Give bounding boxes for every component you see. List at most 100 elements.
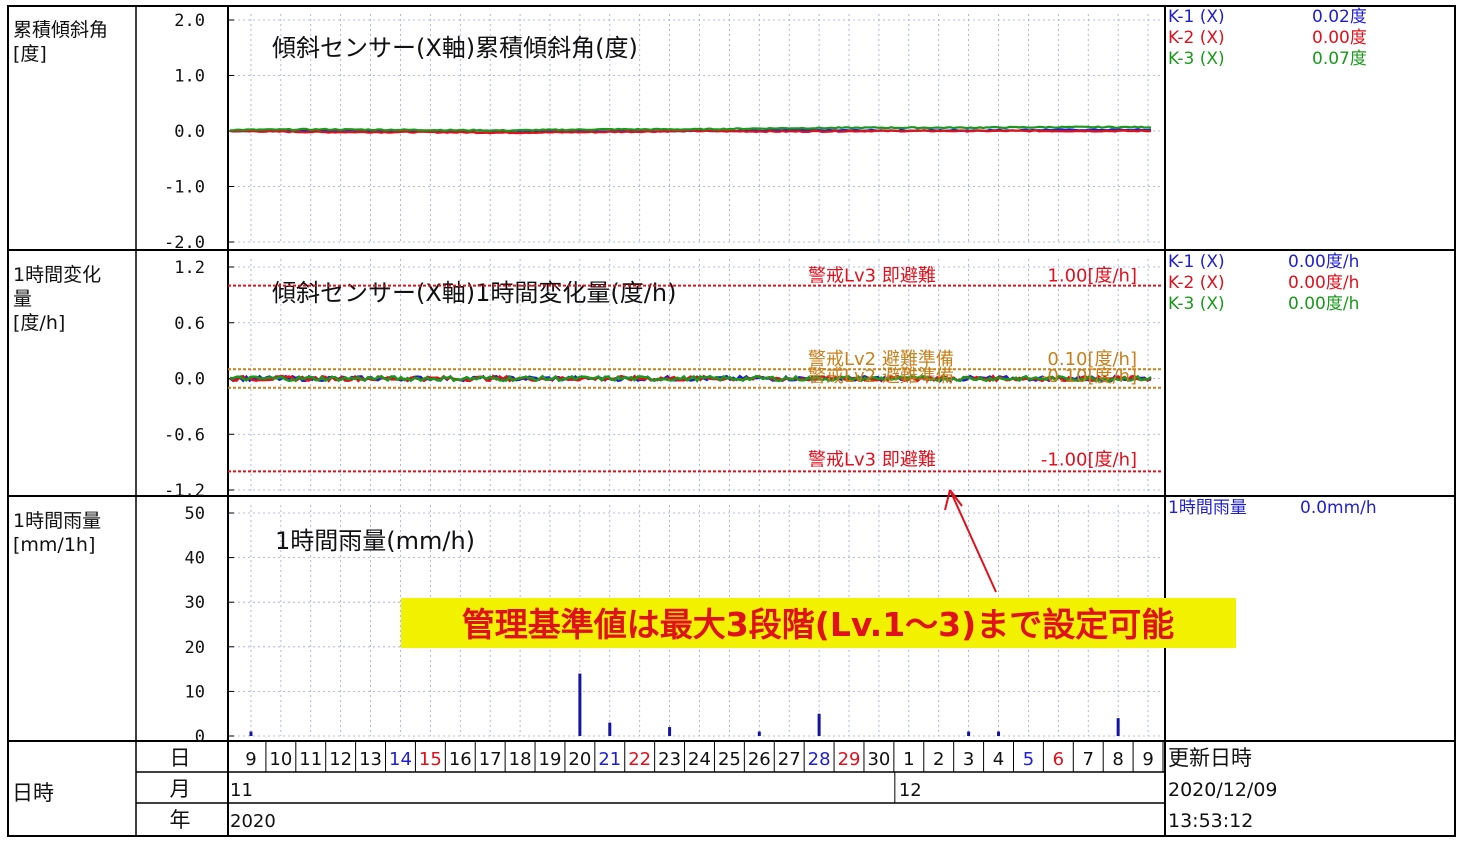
rain-bar (249, 731, 253, 736)
threshold-label: 警戒Lv3 即避難 (808, 266, 936, 287)
day-tick-label: 9 (245, 749, 256, 770)
panel-title: 1時間雨量(mm/h) (275, 527, 475, 555)
month-row-label: 月 (170, 777, 191, 801)
y-axis-label: [度/h] (13, 312, 65, 334)
legend-name: 1時間雨量 (1168, 498, 1247, 518)
day-tick-label: 29 (838, 749, 861, 770)
rain-bar (608, 722, 612, 736)
day-tick-label: 28 (808, 749, 831, 770)
y-tick-label: -1.0 (164, 178, 205, 198)
y-tick-label: 1.2 (174, 258, 205, 278)
legend-value: 0.07度 (1312, 49, 1367, 69)
y-tick-label: 40 (185, 549, 205, 569)
threshold-value: 1.00[度/h] (1047, 266, 1137, 287)
threshold-value: -0.10[度/h] (1041, 366, 1137, 387)
day-tick-label: 21 (598, 749, 621, 770)
day-tick-label: 16 (449, 749, 472, 770)
annotation-text: 管理基準値は最大3段階(Lv.1～3)まで設定可能 (462, 605, 1174, 644)
rain-bar (1116, 718, 1120, 736)
threshold-label: 警戒Lv2 避難準備 (808, 366, 954, 387)
day-tick-label: 3 (963, 749, 974, 770)
day-tick-label: 17 (479, 749, 502, 770)
day-row-label: 日 (170, 746, 191, 770)
legend-name: K-2 (X) (1168, 273, 1225, 293)
day-tick-label: 12 (329, 749, 352, 770)
day-tick-label: 7 (1083, 749, 1094, 770)
y-axis-label: 累積傾斜角 (13, 19, 108, 41)
updated-date: 2020/12/09 (1168, 779, 1278, 801)
rain-bar (668, 727, 672, 736)
y-tick-label: 0.6 (174, 314, 205, 334)
y-tick-label: 0 (195, 727, 205, 747)
legend-value: 0.0mm/h (1300, 498, 1377, 518)
y-axis-label: 1時間変化 (13, 264, 101, 286)
legend-value: 0.02度 (1312, 7, 1367, 27)
year-label: 2020 (230, 811, 276, 832)
day-tick-label: 1 (903, 749, 914, 770)
rain-bar (578, 673, 582, 736)
legend-name: K-1 (X) (1168, 7, 1225, 27)
day-tick-label: 14 (389, 749, 412, 770)
y-tick-label: -0.6 (164, 425, 205, 445)
panel-change: 1時間変化量[度/h] 1.2 0.6 0.0 -0.6 -1.2 傾斜センサー(X軸)1時… (13, 252, 1359, 501)
day-tick-label: 24 (688, 749, 711, 770)
y-tick-label: 20 (185, 638, 205, 658)
day-tick-label: 10 (269, 749, 292, 770)
monitoring-chart: 累積傾斜角[度] 2.0 1.0 0.0 -1.0 -2.0 傾斜センサー(X軸)累積傾斜角… (7, 5, 1456, 837)
day-tick-label: 26 (748, 749, 771, 770)
day-tick-label: 6 (1053, 749, 1064, 770)
rain-bar (997, 731, 1001, 736)
panel-title: 傾斜センサー(X軸)累積傾斜角(度) (272, 34, 638, 62)
y-tick-label: -2.0 (164, 233, 205, 253)
legend-name: K-3 (X) (1168, 49, 1225, 69)
threshold-value: -1.00[度/h] (1041, 449, 1137, 470)
y-tick-label: 10 (185, 682, 205, 702)
day-tick-label: 2 (933, 749, 944, 770)
y-axis-label: 量 (13, 288, 32, 310)
day-tick-label: 15 (419, 749, 442, 770)
day-tick-label: 13 (359, 749, 382, 770)
rain-bar (757, 731, 761, 736)
panel-title: 傾斜センサー(X軸)1時間変化量(度/h) (272, 279, 676, 307)
y-tick-label: 0.0 (174, 122, 205, 142)
day-tick-label: 5 (1023, 749, 1034, 770)
y-axis-label: [度] (13, 43, 47, 65)
month-label-nov: 11 (230, 780, 253, 801)
day-tick-label: 9 (1142, 749, 1153, 770)
datetime-label: 日時 (12, 781, 54, 805)
day-tick-label: 19 (539, 749, 562, 770)
y-tick-label: 30 (185, 593, 205, 613)
day-tick-label: 23 (658, 749, 681, 770)
day-tick-label: 22 (628, 749, 651, 770)
y-tick-label: -1.2 (164, 481, 205, 501)
y-tick-label: 2.0 (174, 11, 205, 31)
day-tick-label: 4 (993, 749, 1004, 770)
y-axis-label: [mm/1h] (13, 534, 95, 556)
day-tick-label: 11 (299, 749, 322, 770)
legend-value: 0.00度/h (1288, 273, 1359, 293)
y-tick-label: 1.0 (174, 67, 205, 87)
legend-value: 0.00度/h (1288, 294, 1359, 314)
day-tick-label: 8 (1112, 749, 1123, 770)
y-tick-label: 0.0 (174, 370, 205, 390)
legend-name: K-1 (X) (1168, 252, 1225, 272)
month-label-dec: 12 (899, 780, 922, 801)
day-tick-label: 20 (568, 749, 591, 770)
day-tick-label: 25 (718, 749, 741, 770)
y-axis-label: 1時間雨量 (13, 510, 101, 532)
panel-tilt: 累積傾斜角[度] 2.0 1.0 0.0 -1.0 -2.0 傾斜センサー(X軸)累積傾斜角… (13, 7, 1367, 253)
rain-bar (817, 713, 821, 736)
updated-label: 更新日時 (1168, 746, 1252, 770)
legend-value: 0.00度/h (1288, 252, 1359, 272)
legend-name: K-3 (X) (1168, 294, 1225, 314)
threshold-label: 警戒Lv3 即避難 (808, 449, 936, 470)
legend-value: 0.00度 (1312, 28, 1367, 48)
legend-name: K-2 (X) (1168, 28, 1225, 48)
year-row-label: 年 (170, 808, 191, 832)
y-tick-label: 50 (185, 504, 205, 524)
day-tick-label: 30 (867, 749, 890, 770)
rain-bar (967, 731, 971, 736)
day-tick-label: 18 (509, 749, 532, 770)
day-tick-label: 27 (778, 749, 801, 770)
updated-time: 13:53:12 (1168, 810, 1253, 832)
